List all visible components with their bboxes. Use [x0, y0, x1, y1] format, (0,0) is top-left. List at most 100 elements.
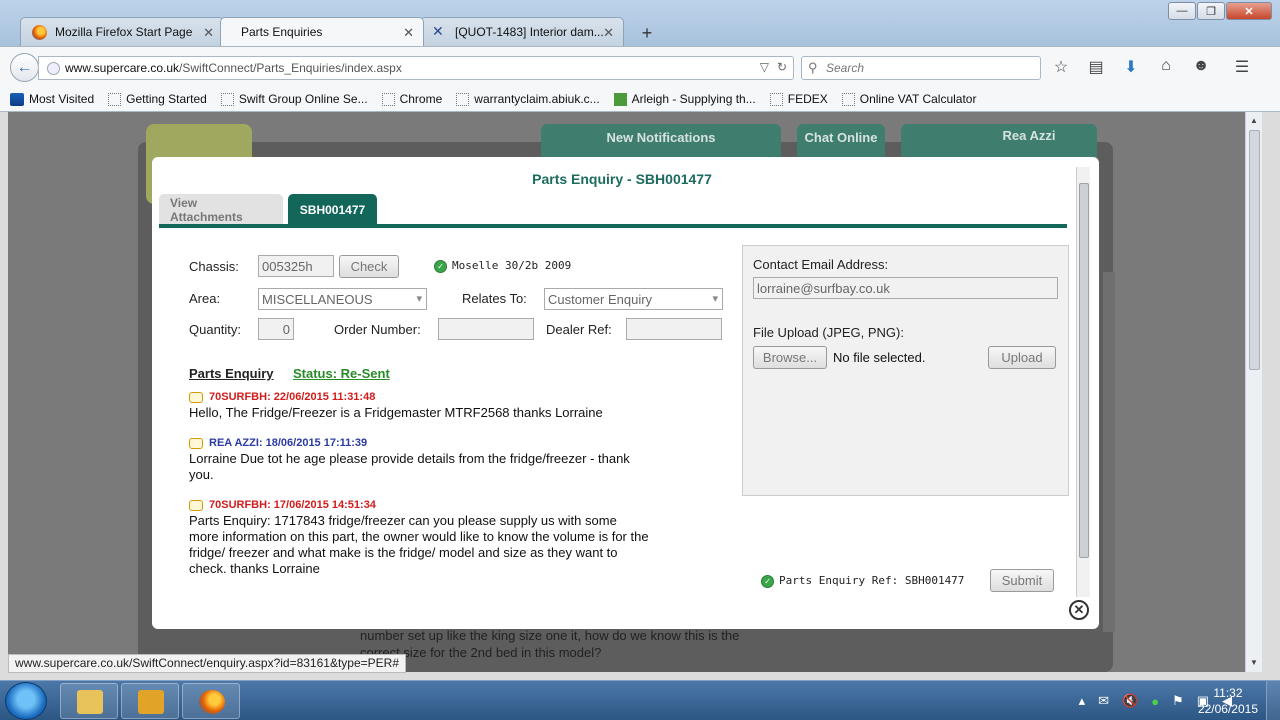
quantity-label: Quantity:: [189, 322, 242, 337]
modal-title: Parts Enquiry - SBH001477: [532, 171, 712, 187]
status-link[interactable]: Status: Re-Sent: [293, 366, 390, 381]
area-select[interactable]: MISCELLANEOUS: [258, 288, 427, 310]
chat-icon[interactable]: ☻: [1190, 57, 1212, 77]
bookmark-icon: [456, 92, 470, 106]
order-number-field[interactable]: [438, 318, 534, 340]
bookmark-item[interactable]: FEDEX: [769, 92, 828, 106]
outlook-taskbar-button[interactable]: [121, 683, 179, 719]
modal-scrollbar[interactable]: [1076, 167, 1090, 597]
reload-icon[interactable]: ↻: [777, 60, 787, 74]
message-item: 70SURFBH: 22/06/2015 11:31:48 Hello, The…: [189, 391, 649, 421]
search-input[interactable]: ⚲ Search: [801, 56, 1041, 80]
globe-icon: [47, 62, 60, 75]
browser-tab-1[interactable]: Mozilla Firefox Start Page ✕: [20, 17, 224, 46]
star-icon[interactable]: ☆: [1050, 57, 1072, 77]
tab-close-icon[interactable]: ✕: [603, 25, 614, 41]
close-window-button[interactable]: ✕: [1226, 2, 1272, 20]
bookmark-item[interactable]: Arleigh - Supplying th...: [613, 92, 756, 106]
flag-icon[interactable]: ⚑: [1172, 693, 1184, 709]
bookmark-item[interactable]: Swift Group Online Se...: [220, 92, 368, 106]
volume-icon[interactable]: 🔇: [1122, 693, 1138, 709]
tab-close-icon[interactable]: ✕: [203, 25, 214, 41]
file-upload-label: File Upload (JPEG, PNG):: [753, 325, 904, 340]
scroll-up-icon[interactable]: ▲: [1250, 116, 1258, 125]
folder-icon: [77, 690, 103, 714]
scroll-thumb[interactable]: [1249, 130, 1260, 370]
show-desktop-button[interactable]: [1266, 681, 1280, 720]
window-controls: — ❐ ✕: [1168, 2, 1272, 20]
search-icon: ⚲: [808, 60, 818, 75]
browse-button[interactable]: Browse...: [753, 346, 827, 369]
page-scrollbar[interactable]: ▲ ▼: [1245, 112, 1262, 672]
model-info: ✓ Moselle 30/2b 2009: [434, 259, 571, 273]
bookmark-label: warrantyclaim.abiuk.c...: [474, 92, 600, 106]
chassis-field[interactable]: 005325h: [258, 255, 334, 277]
bookmark-item[interactable]: Getting Started: [108, 92, 207, 106]
minimize-button[interactable]: —: [1168, 2, 1196, 20]
bookmark-label: FEDEX: [787, 92, 828, 106]
url-path: /SwiftConnect/Parts_Enquiries/index.aspx: [179, 61, 402, 75]
clock[interactable]: 11:32 22/06/2015: [1198, 685, 1258, 717]
bookmark-icon: [769, 92, 783, 106]
firefox-taskbar-button[interactable]: [182, 683, 240, 719]
back-button[interactable]: ←: [10, 53, 39, 82]
dealer-ref-label: Dealer Ref:: [546, 322, 612, 337]
bookmark-icon: [841, 92, 855, 106]
contact-upload-panel: Contact Email Address: lorraine@surfbay.…: [742, 245, 1069, 496]
clock-date: 22/06/2015: [1197, 702, 1258, 716]
start-button[interactable]: [5, 682, 47, 720]
message-body: Parts Enquiry: 1717843 fridge/freezer ca…: [189, 513, 649, 576]
modal-scroll-thumb[interactable]: [1079, 183, 1089, 558]
check-button[interactable]: Check: [339, 255, 399, 278]
bookmark-item[interactable]: Most Visited: [10, 92, 94, 106]
bookmark-item[interactable]: warrantyclaim.abiuk.c...: [456, 92, 600, 106]
new-tab-button[interactable]: +: [632, 20, 662, 46]
maximize-button[interactable]: ❐: [1197, 2, 1225, 20]
bookmark-label: Online VAT Calculator: [859, 92, 977, 106]
windows-taskbar: ▴ ✉ 🔇 ● ⚑ ▣ ◀ 11:32 22/06/2015: [0, 680, 1280, 720]
close-icon[interactable]: ✕: [1069, 600, 1089, 620]
message-author-date: REA AZZI: 18/06/2015 17:11:39: [209, 437, 368, 449]
dropdown-icon[interactable]: ▽: [760, 60, 769, 74]
dealer-ref-field[interactable]: [626, 318, 722, 340]
download-icon[interactable]: ⬇: [1120, 57, 1142, 77]
tab-title: Mozilla Firefox Start Page: [55, 25, 193, 39]
bookmark-label: Chrome: [399, 92, 443, 106]
email-field[interactable]: lorraine@surfbay.co.uk: [753, 277, 1058, 299]
browser-tab-3[interactable]: ✕ [QUOT-1483] Interior dam... ✕: [420, 17, 624, 46]
tab-underline: [159, 224, 1067, 228]
tab-view-attachments[interactable]: View Attachments: [159, 194, 283, 226]
home-icon[interactable]: ⌂: [1155, 57, 1177, 77]
tab-close-icon[interactable]: ✕: [403, 25, 414, 41]
message-header: 70SURFBH: 22/06/2015 11:31:48: [189, 391, 649, 403]
area-label: Area:: [189, 291, 221, 306]
bookmark-item[interactable]: Chrome: [381, 92, 443, 106]
mail-icon[interactable]: ✉: [1098, 693, 1109, 709]
explorer-taskbar-button[interactable]: [60, 683, 118, 719]
bookmarks-bar: Most Visited Getting Started Swift Group…: [0, 87, 1280, 112]
bookmark-icon: [10, 92, 24, 106]
check-circle-icon: ✓: [761, 574, 774, 588]
background-side: [1103, 272, 1115, 632]
quantity-field[interactable]: 0: [258, 318, 294, 340]
address-bar[interactable]: www.supercare.co.uk/SwiftConnect/Parts_E…: [38, 56, 794, 80]
parts-enquiry-modal: Parts Enquiry - SBH001477 View Attachmen…: [152, 157, 1099, 629]
enquiry-ref: ✓ Parts Enquiry Ref: SBH001477: [761, 574, 964, 588]
browser-tab-2[interactable]: Parts Enquiries ✕: [220, 17, 424, 46]
navigation-bar: ← www.supercare.co.uk/SwiftConnect/Parts…: [0, 46, 1280, 87]
status-icon[interactable]: ●: [1151, 694, 1159, 709]
scroll-down-icon[interactable]: ▼: [1250, 658, 1258, 667]
tools-icon: ✕: [432, 23, 444, 39]
bookmark-item[interactable]: Online VAT Calculator: [841, 92, 977, 106]
url-tools: ▽ ↻: [760, 60, 787, 74]
relates-select[interactable]: Customer Enquiry: [544, 288, 723, 310]
tab-title: [QUOT-1483] Interior dam...: [455, 25, 604, 39]
reading-list-icon[interactable]: ▤: [1085, 57, 1107, 77]
tray-expand-icon[interactable]: ▴: [1079, 693, 1086, 709]
bookmark-icon: [381, 92, 395, 106]
message-item: 70SURFBH: 17/06/2015 14:51:34 Parts Enqu…: [189, 499, 649, 577]
submit-button[interactable]: Submit: [990, 569, 1054, 592]
tab-enquiry[interactable]: SBH001477: [288, 194, 377, 226]
upload-button[interactable]: Upload: [988, 346, 1056, 369]
menu-icon[interactable]: ☰: [1231, 57, 1253, 77]
